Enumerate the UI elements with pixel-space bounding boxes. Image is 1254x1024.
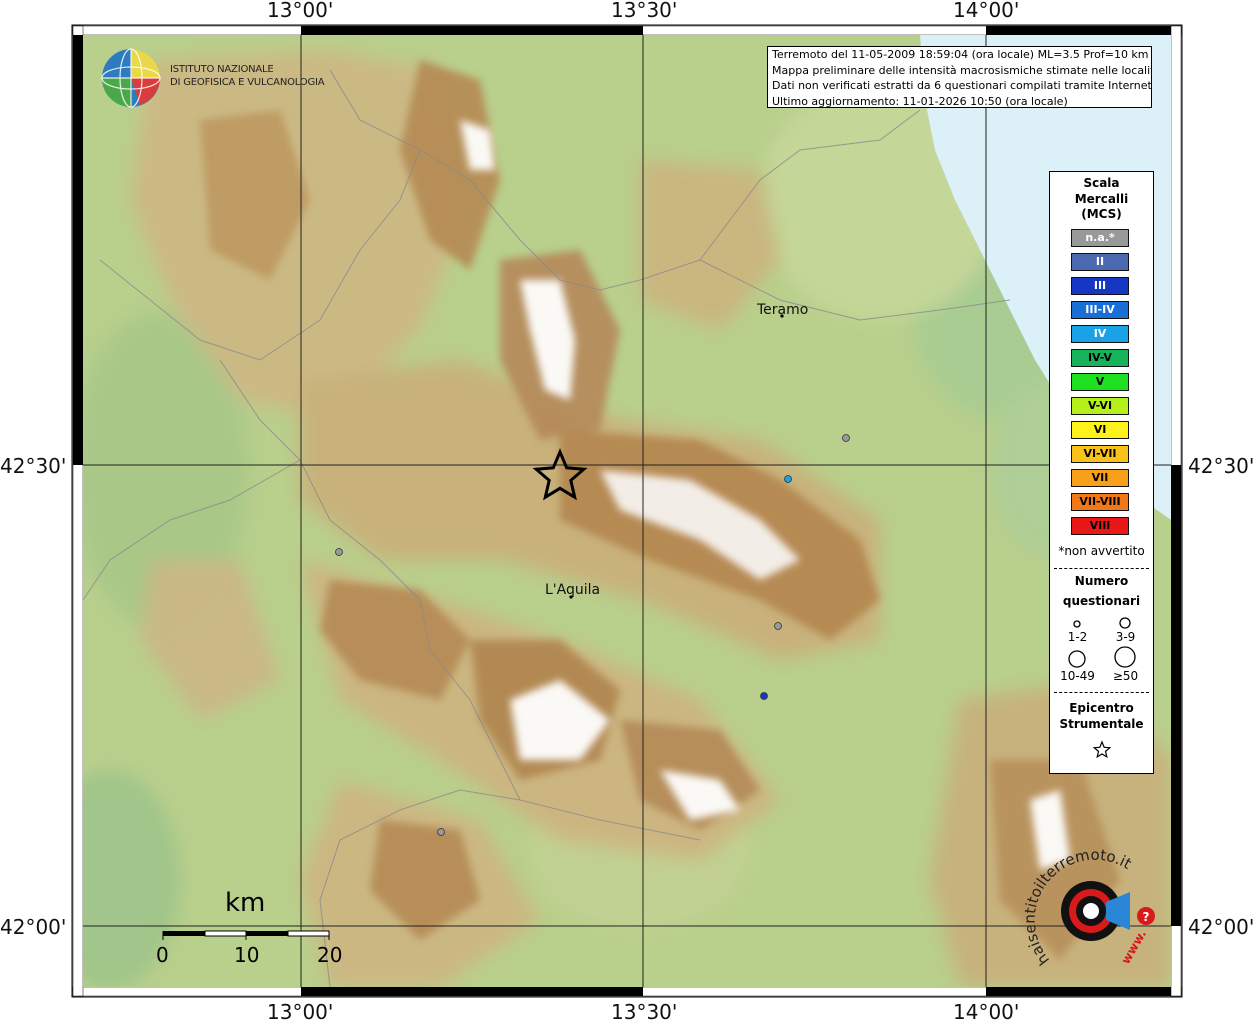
intensity-point-3[interactable]	[842, 434, 850, 442]
legend-class-4: III-IV	[1071, 301, 1129, 319]
intensity-point-5[interactable]	[774, 622, 782, 630]
ingv-logo-icon	[101, 48, 161, 108]
legend-class-12: VII-VIII	[1071, 493, 1129, 511]
legend-class-13: VIII	[1071, 517, 1129, 535]
info-last-update: Ultimo aggiornamento: 11-01-2026 10:50 (…	[772, 94, 1068, 108]
scale-tick-10: 10	[234, 943, 260, 967]
legend-divider-2	[1054, 692, 1149, 693]
legend-star-icon	[1092, 740, 1112, 759]
legend-title-line3: (MCS)	[1081, 207, 1122, 221]
ingv-logo-text: ISTITUTO NAZIONALE DI GEOFISICA E VULCAN…	[170, 63, 325, 89]
legend-class-2: II	[1071, 253, 1129, 271]
legend-title-line1: Scala	[1083, 176, 1120, 190]
legend-not-felt-note: *non avvertito	[1058, 544, 1145, 558]
legend-class-10: VI-VII	[1071, 445, 1129, 463]
scale-unit: km	[225, 888, 266, 918]
scale-tick-0: 0	[156, 943, 169, 967]
legend-title: Scala Mercalli (MCS)	[1050, 176, 1153, 223]
event-info-box: Terremoto del 11-05-2009 18:59:04 (ora l…	[767, 46, 1152, 108]
legend-class-9: VI	[1071, 421, 1129, 439]
legend-class-5: IV	[1071, 325, 1129, 343]
legend-epicenter-title-line2: Strumentale	[1059, 717, 1144, 731]
intensity-point-2[interactable]	[760, 692, 768, 700]
intensity-point-6[interactable]	[437, 828, 445, 836]
legend-class-11: VII	[1071, 469, 1129, 487]
legend-count-1-2: 1-2	[1067, 630, 1088, 644]
legend-count-3-9: 3-9	[1115, 630, 1136, 644]
info-map-description: Mappa preliminare delle intensità macros…	[772, 63, 1152, 77]
city-label-laquila: L'Aquila	[545, 582, 601, 598]
legend-class-7: V	[1071, 373, 1129, 391]
city-label-teramo: Teramo	[757, 302, 809, 318]
terrain	[83, 35, 1171, 987]
legend-class-6: IV-V	[1071, 349, 1129, 367]
legend-class-1: n.a.*	[1071, 229, 1129, 247]
legend-class-8: V-VI	[1071, 397, 1129, 415]
scale-tick-20: 20	[317, 943, 343, 967]
legend-count-10-49: 10-49	[1060, 669, 1095, 683]
intensity-point-4[interactable]	[335, 548, 343, 556]
mcs-legend: Scala Mercalli (MCS) n.a.* II III III-IV IV I…	[1049, 171, 1154, 774]
legend-title-line2: Mercalli	[1074, 191, 1129, 206]
legend-divider	[1054, 568, 1149, 569]
legend-count-50: ≥50	[1112, 669, 1139, 683]
info-data-note: Dati non verificati estratti da 6 questi…	[772, 79, 1152, 92]
legend-count-title-line1: Numero	[1074, 574, 1129, 588]
legend-class-3: III	[1071, 277, 1129, 295]
ingv-logo-line1: ISTITUTO NAZIONALE	[170, 64, 274, 75]
info-event-line: Terremoto del 11-05-2009 18:59:04 (ora l…	[772, 48, 1149, 61]
intensity-point-1[interactable]	[784, 475, 792, 483]
legend-count-title-line2: questionari	[1062, 594, 1141, 608]
ingv-logo-line2: DI GEOFISICA E VULCANOLOGIA	[170, 77, 325, 88]
svg-text:?: ?	[1143, 910, 1150, 924]
legend-epicenter-title-line1: Epicentro	[1069, 701, 1134, 715]
